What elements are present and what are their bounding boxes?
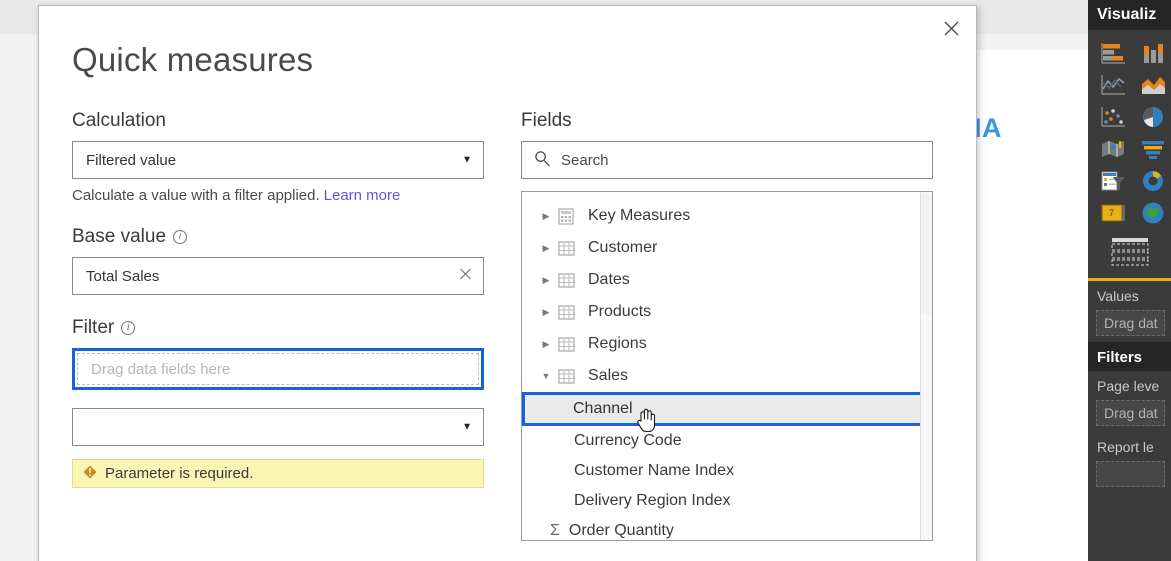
stacked-column-chart-icon[interactable]: [1134, 38, 1171, 68]
screen: SEDNA Visualiz: [0, 0, 1171, 561]
tree-field-label: Delivery Region Index: [574, 492, 731, 509]
values-dropzone[interactable]: Drag dat: [1096, 310, 1165, 336]
line-chart-icon[interactable]: [1094, 70, 1132, 100]
table-icon: [558, 241, 578, 256]
base-value-label: Base value i: [72, 226, 484, 248]
tree-node-label: Sales: [588, 367, 629, 384]
tree-field-label: Customer Name Index: [574, 462, 735, 479]
page-level-filters-dropzone[interactable]: Drag dat: [1096, 400, 1165, 426]
quick-measures-dialog: Quick measures Calculation Filtered valu…: [38, 5, 977, 561]
search-placeholder: Search: [561, 151, 609, 169]
fields-tree-scrollbar[interactable]: [920, 192, 932, 540]
table-icon: [558, 369, 578, 384]
map-icon[interactable]: [1094, 134, 1132, 164]
warning-text: Parameter is required.: [105, 465, 254, 482]
svg-text:7: 7: [1109, 208, 1114, 218]
filter-label: Filter i: [72, 317, 484, 339]
dialog-left-column: Calculation Filtered value ▼ Calculate a…: [72, 110, 484, 488]
base-value-text: Total Sales: [86, 267, 160, 285]
tree-node-key-measures[interactable]: ▶ Key Measures: [522, 200, 932, 232]
filter-dropzone-focus-ring: Drag data fields here: [72, 348, 484, 390]
calculation-dropdown[interactable]: Filtered value ▼: [72, 141, 484, 179]
fields-tree: ▶ Key Measures ▶ Customer ▶ Dates ▶ Prod…: [521, 191, 933, 541]
validation-warning: Parameter is required.: [72, 459, 484, 488]
tree-node-label: Key Measures: [588, 207, 691, 224]
table-icon: [558, 305, 578, 320]
chevron-right-icon[interactable]: ▶: [538, 275, 554, 286]
tree-field-label: Channel: [573, 400, 633, 417]
globe-map-icon[interactable]: [1134, 198, 1171, 228]
tree-node-label: Regions: [588, 335, 647, 352]
filters-header: Filters: [1088, 342, 1171, 371]
chevron-down-icon: ▼: [462, 421, 472, 433]
tree-node-customer[interactable]: ▶ Customer: [522, 232, 932, 264]
table-visual-icon[interactable]: [1106, 234, 1154, 268]
values-well-label: Values: [1097, 288, 1139, 304]
filter-dropzone[interactable]: Drag data fields here: [77, 353, 479, 385]
visual-type-gallery: 7: [1088, 30, 1171, 278]
table-icon: [558, 273, 578, 288]
chevron-right-icon[interactable]: ▶: [538, 243, 554, 254]
base-value-field[interactable]: Total Sales: [72, 257, 484, 295]
page-title: Quick measures: [72, 41, 314, 78]
search-input[interactable]: Search: [521, 141, 933, 179]
scatter-chart-icon[interactable]: [1094, 102, 1132, 132]
card-icon[interactable]: 7: [1094, 198, 1132, 228]
tree-node-label: Dates: [588, 271, 630, 288]
report-level-filters-dropzone[interactable]: [1096, 461, 1165, 487]
slicer-icon[interactable]: [1094, 166, 1132, 196]
pie-chart-icon[interactable]: [1134, 102, 1171, 132]
calculation-helper: Calculate a value with a filter applied.…: [72, 187, 484, 204]
tree-node-dates[interactable]: ▶ Dates: [522, 264, 932, 296]
tree-node-sales[interactable]: ▼ Sales: [522, 360, 932, 392]
visualizations-pane: Visualiz 7 Values Drag dat Filters Page …: [1088, 0, 1171, 561]
calculation-helper-text: Calculate a value with a filter applied.: [72, 187, 320, 204]
dialog-right-column: Fields Search ▶ Key Measures ▶ Customer …: [521, 110, 933, 541]
chevron-down-icon: ▼: [462, 154, 472, 166]
sigma-icon: Σ: [550, 522, 560, 539]
visualizations-header: Visualiz: [1088, 0, 1171, 30]
chevron-right-icon[interactable]: ▶: [538, 339, 554, 350]
tree-node-products[interactable]: ▶ Products: [522, 296, 932, 328]
close-icon[interactable]: [936, 14, 966, 42]
table-icon: [558, 337, 578, 352]
page-level-filters-label: Page leve: [1097, 378, 1160, 394]
tree-field-label: Currency Code: [574, 432, 682, 449]
fields-label: Fields: [521, 110, 933, 132]
tree-field-customer-name-index[interactable]: Customer Name Index: [522, 456, 932, 486]
calculation-label: Calculation: [72, 110, 484, 132]
clear-base-value-icon[interactable]: [459, 268, 472, 285]
calculator-icon: [558, 208, 578, 225]
fields-label-text: Fields: [521, 110, 572, 131]
tree-field-label: Order Quantity: [568, 522, 674, 539]
donut-chart-icon[interactable]: [1134, 166, 1171, 196]
info-icon[interactable]: i: [173, 230, 188, 244]
info-icon[interactable]: i: [121, 321, 136, 335]
tree-field-channel[interactable]: Channel: [522, 392, 932, 433]
tree-field-delivery-region-index[interactable]: Delivery Region Index: [522, 486, 932, 516]
chevron-right-icon[interactable]: ▶: [538, 307, 554, 318]
tree-field-order-quantity[interactable]: Σ Order Quantity: [522, 516, 932, 540]
chevron-down-icon[interactable]: ▼: [538, 371, 554, 381]
report-level-filters-label: Report le: [1097, 439, 1154, 455]
warning-icon: [83, 465, 97, 483]
funnel-icon[interactable]: [1134, 134, 1171, 164]
base-value-label-text: Base value: [72, 226, 167, 247]
calculation-label-text: Calculation: [72, 110, 166, 131]
area-chart-icon[interactable]: [1134, 70, 1171, 100]
tree-field-currency-code[interactable]: Currency Code: [522, 426, 932, 456]
search-icon: [534, 150, 551, 171]
tree-node-label: Customer: [588, 239, 658, 256]
chevron-right-icon[interactable]: ▶: [538, 211, 554, 222]
calculation-selected-value: Filtered value: [86, 151, 177, 169]
learn-more-link[interactable]: Learn more: [324, 187, 401, 204]
tree-node-label: Products: [588, 303, 652, 320]
filter-label-text: Filter: [72, 317, 115, 338]
scrollbar-thumb[interactable]: [922, 194, 931, 314]
filter-operator-dropdown[interactable]: ▼: [72, 408, 484, 446]
tree-node-regions[interactable]: ▶ Regions: [522, 328, 932, 360]
stacked-bar-chart-icon[interactable]: [1094, 38, 1132, 68]
